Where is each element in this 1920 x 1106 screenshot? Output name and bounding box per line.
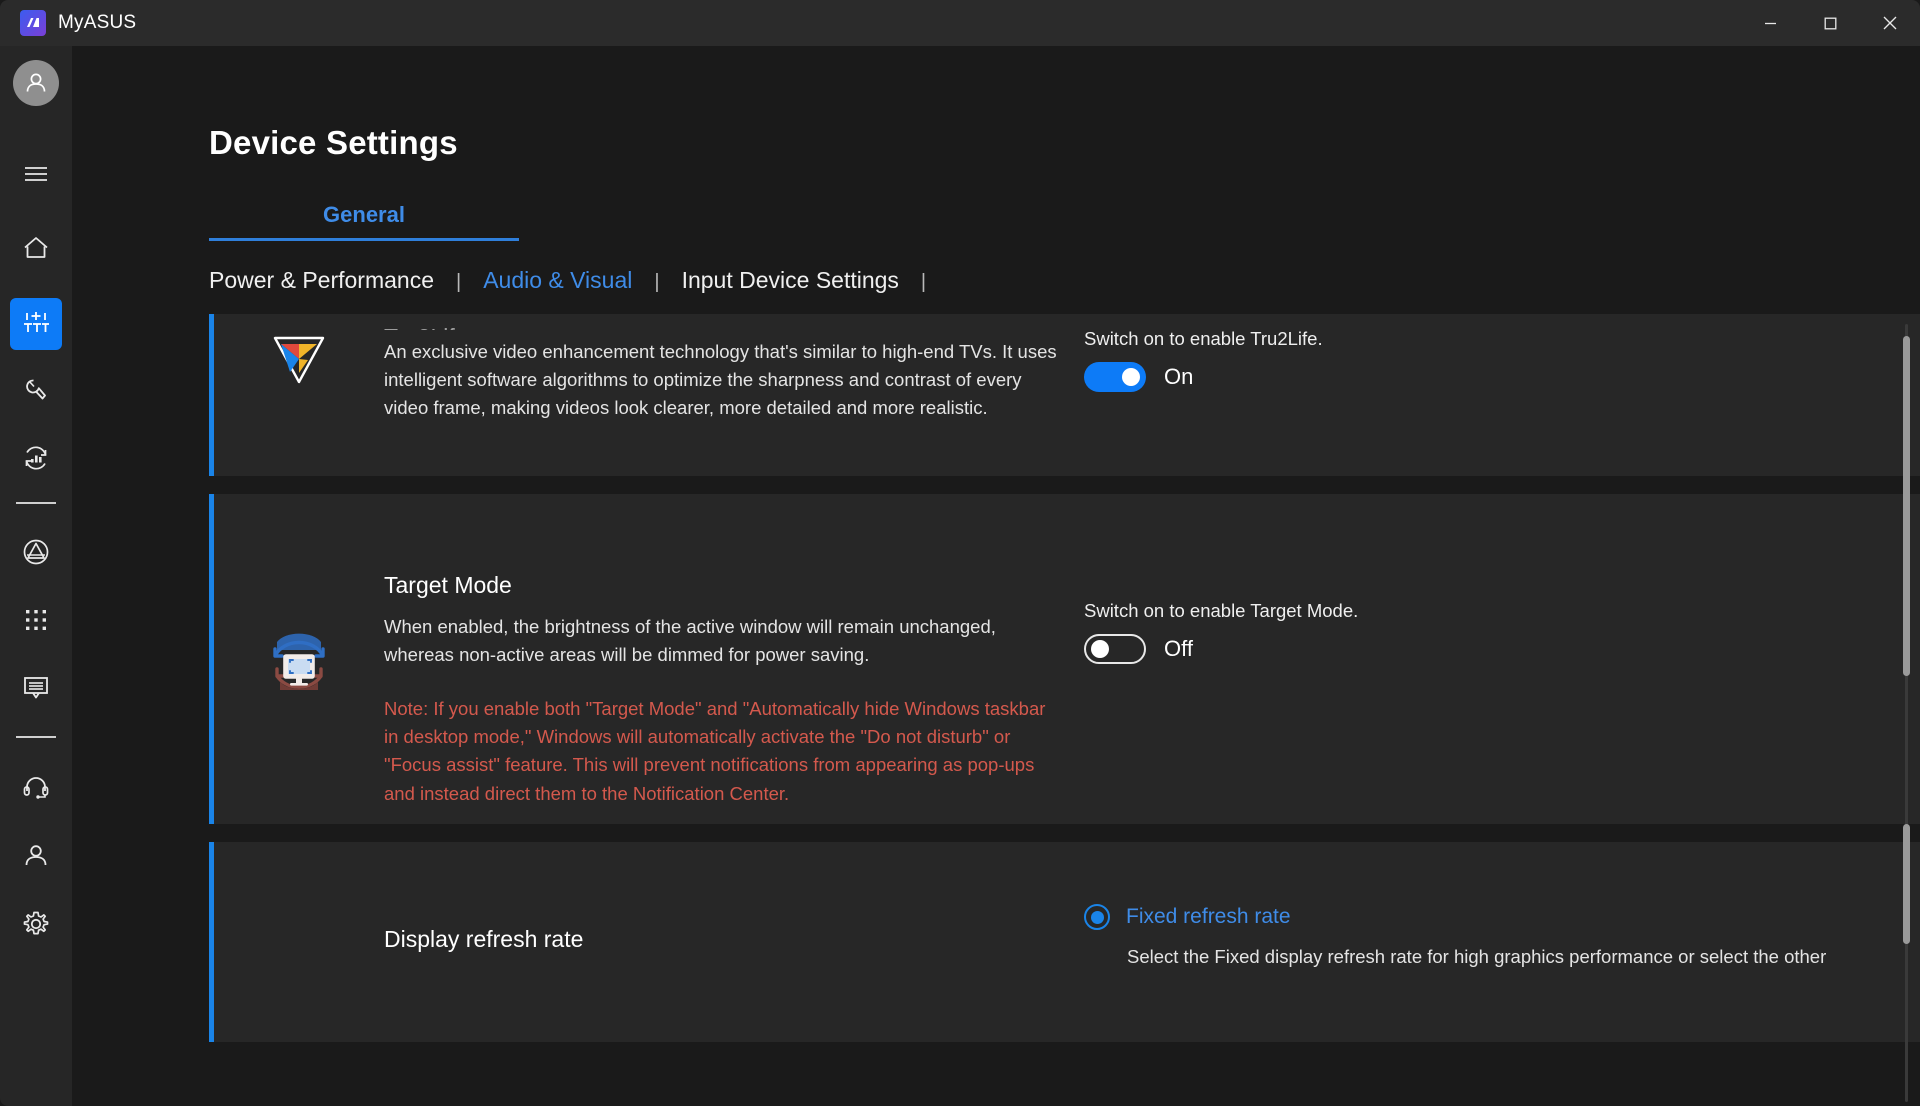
tru2life-control-col: Switch on to enable Tru2Life. On — [1084, 324, 1784, 392]
sliders-icon — [22, 309, 50, 340]
myasus-window: MyASUS Device Settings General Power & P… — [0, 0, 1920, 1106]
target-mode-monitor-icon — [263, 628, 335, 711]
tru2life-toggle-knob — [1122, 368, 1140, 386]
myasus-logo-icon — [20, 10, 46, 36]
app-title: MyASUS — [58, 12, 137, 33]
home-icon — [22, 235, 50, 266]
tru2life-icon-col — [214, 324, 384, 393]
sidebar-item-asus-app[interactable] — [10, 528, 62, 580]
grid-dots-icon — [24, 608, 48, 637]
fixed-refresh-rate-description: Select the Fixed display refresh rate fo… — [1127, 946, 1827, 967]
window-body: Device Settings General Power & Performa… — [0, 46, 1920, 1106]
secondary-tabs: Power & Performance | Audio & Visual | I… — [209, 267, 1920, 294]
tab-input-device-settings[interactable]: Input Device Settings — [682, 267, 899, 294]
tru2life-triangle-icon — [270, 332, 328, 393]
tru2life-toggle-row: On — [1084, 362, 1784, 392]
target-mode-control-col: Switch on to enable Target Mode. Off — [1084, 572, 1784, 664]
title-bar-left: MyASUS — [0, 10, 136, 36]
sidebar-divider-2 — [16, 736, 56, 738]
tab-general[interactable]: General — [209, 202, 519, 241]
sidebar — [0, 46, 72, 1106]
sidebar-item-feedback[interactable] — [10, 664, 62, 716]
window-controls — [1740, 0, 1920, 46]
page-title: Device Settings — [209, 124, 458, 161]
fixed-refresh-rate-option[interactable]: Fixed refresh rate — [1084, 904, 1844, 930]
sidebar-item-account[interactable] — [10, 832, 62, 884]
tab-general-label: General — [323, 202, 405, 227]
circle-triangle-icon — [21, 537, 51, 572]
tru2life-text-col: Tru2Life An exclusive video enhancement … — [384, 324, 1084, 422]
fixed-refresh-rate-radio-icon[interactable] — [1084, 904, 1110, 930]
target-mode-toggle[interactable] — [1084, 634, 1146, 664]
sidebar-item-device-settings[interactable] — [10, 298, 62, 350]
main-content: Device Settings General Power & Performa… — [72, 46, 1920, 1106]
sidebar-item-support[interactable] — [10, 764, 62, 816]
tru2life-description: An exclusive video enhancement technolog… — [384, 341, 1057, 419]
tru2life-control-label: Switch on to enable Tru2Life. — [1084, 328, 1323, 349]
scrollbar-thumb-upper[interactable] — [1903, 336, 1910, 676]
tab-audio-visual[interactable]: Audio & Visual — [483, 267, 632, 294]
tru2life-title: Tru2Life — [384, 324, 1064, 330]
tab-separator-1: | — [455, 271, 462, 293]
display-refresh-text-col: Display refresh rate — [384, 904, 1084, 967]
target-mode-text-col: Target Mode When enabled, the brightness… — [384, 572, 1084, 808]
settings-card-list: Tru2Life An exclusive video enhancement … — [72, 314, 1920, 1042]
sidebar-item-system-diagnosis[interactable] — [10, 434, 62, 486]
display-refresh-control-col: Fixed refresh rate Select the Fixed disp… — [1084, 904, 1844, 968]
card-display-refresh-rate: Display refresh rate Fixed refresh rate … — [209, 842, 1920, 1042]
gear-icon — [22, 910, 50, 943]
tab-power-performance[interactable]: Power & Performance — [209, 267, 434, 294]
tab-separator-2: | — [654, 271, 660, 293]
fixed-refresh-rate-label: Fixed refresh rate — [1126, 905, 1291, 928]
hamburger-menu-icon — [23, 164, 49, 189]
user-avatar-icon[interactable] — [13, 60, 59, 106]
sidebar-item-home[interactable] — [10, 224, 62, 276]
minimize-icon[interactable] — [1740, 0, 1800, 46]
sidebar-item-menu[interactable] — [10, 150, 62, 202]
target-mode-toggle-row: Off — [1084, 634, 1784, 664]
sidebar-nav-top — [10, 150, 62, 954]
wrench-icon — [22, 376, 50, 409]
card-tru2life: Tru2Life An exclusive video enhancement … — [209, 314, 1920, 476]
target-mode-toggle-knob — [1091, 640, 1109, 658]
radio-dot — [1090, 910, 1104, 924]
sidebar-divider-1 — [16, 502, 56, 504]
sidebar-item-customization[interactable] — [10, 366, 62, 418]
headset-icon — [22, 774, 50, 807]
target-mode-note: Note: If you enable both "Target Mode" a… — [384, 698, 1046, 804]
close-icon[interactable] — [1860, 0, 1920, 46]
settings-scroll-area[interactable]: Tru2Life An exclusive video enhancement … — [72, 314, 1920, 1106]
target-mode-title: Target Mode — [384, 572, 512, 598]
tru2life-toggle-state: On — [1164, 364, 1194, 389]
target-mode-control-label: Switch on to enable Target Mode. — [1084, 600, 1359, 621]
card-target-mode: Target Mode When enabled, the brightness… — [209, 494, 1920, 824]
scrollbar-thumb-lower[interactable] — [1903, 824, 1910, 944]
tru2life-toggle[interactable] — [1084, 362, 1146, 392]
diagnostics-icon — [21, 443, 51, 478]
tab-separator-3: | — [920, 271, 927, 293]
target-mode-toggle-state: Off — [1164, 636, 1193, 661]
display-refresh-rate-title: Display refresh rate — [384, 926, 584, 952]
maximize-icon[interactable] — [1800, 0, 1860, 46]
sidebar-item-settings[interactable] — [10, 900, 62, 952]
title-bar: MyASUS — [0, 0, 1920, 46]
scrollbar[interactable] — [1903, 324, 1910, 1102]
sidebar-item-app-grid[interactable] — [10, 596, 62, 648]
chat-bubble-icon — [22, 675, 50, 706]
target-mode-icon-col — [214, 572, 384, 711]
person-icon — [22, 842, 50, 875]
target-mode-description: When enabled, the brightness of the acti… — [384, 616, 996, 666]
